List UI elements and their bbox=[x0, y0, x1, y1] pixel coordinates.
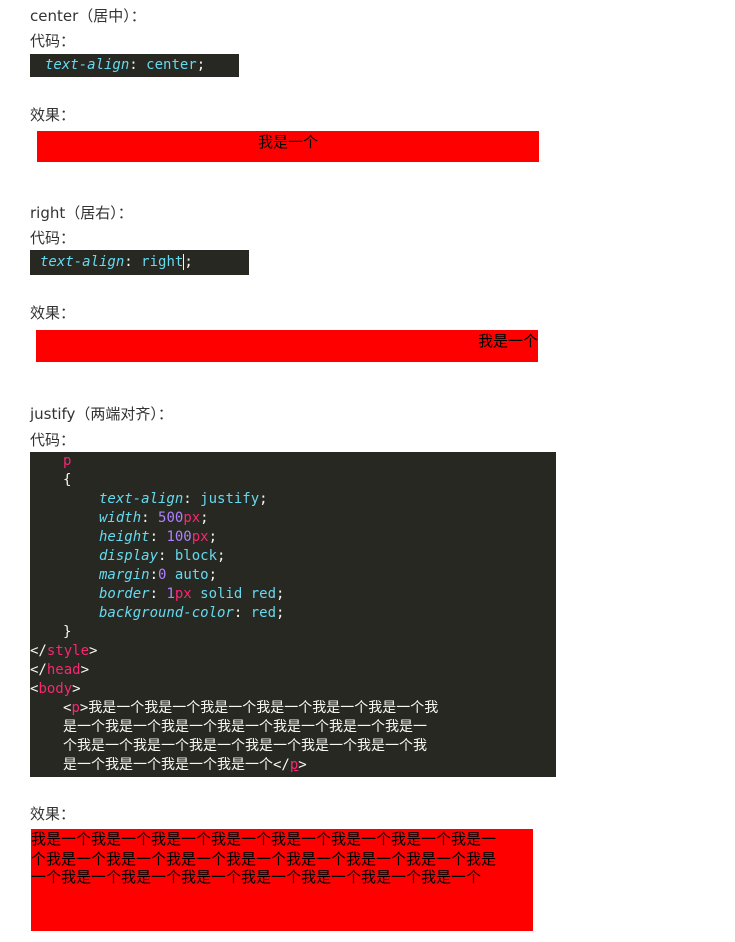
code-property: margin bbox=[99, 567, 150, 583]
code-number: 100 bbox=[166, 529, 192, 545]
code-unit: px bbox=[183, 510, 201, 526]
code-unit: px bbox=[191, 529, 209, 545]
center-heading: center（居中）： bbox=[30, 7, 146, 25]
code-property: background-color bbox=[99, 605, 234, 621]
code-tag: head bbox=[46, 662, 81, 678]
right-code-label: 代码： bbox=[30, 229, 76, 247]
code-property: text-align bbox=[99, 491, 184, 507]
code-property: text-align bbox=[45, 57, 130, 73]
center-code-block: text-align: center; bbox=[30, 54, 239, 77]
center-effect-label: 效果： bbox=[30, 106, 76, 124]
code-property: border bbox=[99, 586, 150, 602]
code-text-line: 是一个我是一个我是一个我是一个我是一个我是一个我是一 bbox=[63, 719, 427, 735]
justify-demo-line: 我是一个我是一个我是一个我是一个我是一个我是一个我是一个我是一 bbox=[31, 830, 497, 848]
code-value: auto bbox=[174, 567, 209, 583]
right-demo-text: 我是一个 bbox=[477, 332, 538, 350]
code-property: height bbox=[99, 529, 150, 545]
code-open-brace: { bbox=[63, 472, 72, 488]
code-value: right bbox=[141, 254, 184, 270]
code-text-line: 我是一个我是一个我是一个我是一个我是一个我是一个我 bbox=[88, 700, 439, 716]
code-selector: p bbox=[63, 453, 72, 469]
center-code-label: 代码： bbox=[30, 32, 76, 50]
code-number: 500 bbox=[158, 510, 184, 526]
code-value: solid red bbox=[200, 586, 277, 602]
code-close-brace: } bbox=[63, 624, 72, 640]
justify-code-label: 代码： bbox=[30, 431, 76, 449]
right-heading: right（居右）： bbox=[30, 204, 133, 222]
center-demo-text: 我是一个 bbox=[257, 133, 318, 151]
center-demo-box: 我是一个 bbox=[37, 131, 539, 162]
justify-demo-box: 我是一个我是一个我是一个我是一个我是一个我是一个我是一个我是一 个我是一个我是一… bbox=[31, 829, 533, 931]
code-tag: body bbox=[38, 681, 73, 697]
code-value: red bbox=[250, 605, 277, 621]
code-unit: px bbox=[174, 586, 192, 602]
justify-heading: justify（两端对齐）： bbox=[30, 405, 173, 423]
right-effect-label: 效果： bbox=[30, 304, 76, 322]
right-demo-box: 我是一个 bbox=[36, 330, 538, 362]
code-property: width bbox=[99, 510, 142, 526]
code-number: 1 bbox=[166, 586, 175, 602]
justify-demo-line: 个我是一个我是一个我是一个我是一个我是一个我是一个我是一个我是 bbox=[31, 850, 497, 868]
code-value: block bbox=[174, 548, 218, 564]
code-text-line: 个我是一个我是一个我是一个我是一个我是一个我是一个我 bbox=[63, 738, 427, 754]
code-property: text-align bbox=[40, 254, 125, 270]
justify-code-block: p { text-align: justify; width: 500px; h… bbox=[30, 452, 556, 777]
justify-demo-line: 一个我是一个我是一个我是一个我是一个我是一个我是一个我是一个 bbox=[31, 868, 482, 886]
code-value: justify bbox=[200, 491, 260, 507]
code-tag: p bbox=[71, 700, 80, 716]
right-code-block: text-align: right; bbox=[30, 250, 249, 275]
code-value: center bbox=[146, 57, 197, 73]
code-text-line: 是一个我是一个我是一个我是一个 bbox=[63, 757, 273, 773]
code-property: display bbox=[99, 548, 159, 564]
justify-effect-label: 效果： bbox=[30, 805, 76, 823]
code-tag: style bbox=[46, 643, 90, 659]
